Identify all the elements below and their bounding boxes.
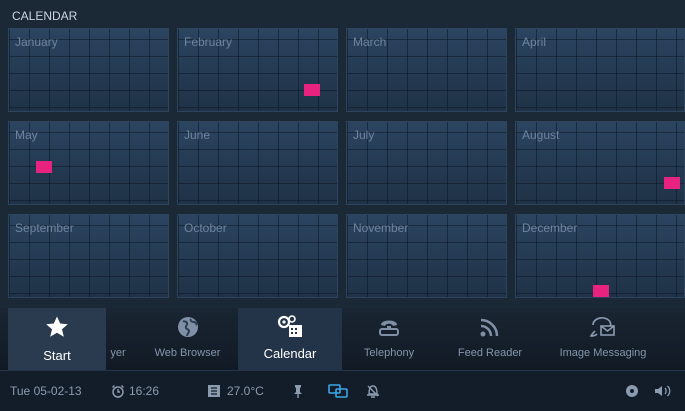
month-august[interactable]: August [515,121,685,205]
month-label: August [522,128,560,142]
calendar-gear-icon [238,314,342,340]
month-october[interactable]: October [177,214,338,298]
month-label: January [15,35,58,49]
pin-icon[interactable] [292,371,304,411]
month-label: November [353,221,409,235]
app-label: Image Messaging [559,347,647,359]
app-label: Telephony [363,347,415,359]
app-player-partial[interactable]: yer [106,308,130,370]
temperature[interactable]: 27.0°C [207,371,264,411]
month-label: December [522,221,578,235]
month-november[interactable]: November [346,214,507,298]
app-label: Feed Reader [457,347,523,359]
month-label: March [353,35,387,49]
month-label: May [15,128,38,142]
month-label: April [522,35,547,49]
app-label: Calendar [263,346,317,361]
event-marker[interactable] [36,161,52,173]
thermometer-icon [207,384,221,398]
app-image-messaging[interactable]: Image Messaging [548,308,658,370]
month-july[interactable]: July [346,121,507,205]
month-march[interactable]: March [346,28,507,112]
status-time: 16:26 [129,384,160,398]
month-january[interactable]: January [8,28,169,112]
calendar-year-grid: January February March April May June Ju… [8,28,685,308]
event-marker[interactable] [664,177,680,189]
month-december[interactable]: December [515,214,685,298]
event-marker[interactable] [593,285,609,297]
status-bar: Tue 05-02-13 16:26 27.0°C [0,370,685,411]
settings-icon[interactable] [624,371,640,411]
page-title: CALENDAR [12,9,78,23]
app-telephony[interactable]: Telephony [348,308,430,370]
month-label: September [15,221,74,235]
month-may[interactable]: May [8,121,169,205]
star-icon [8,314,106,340]
month-september[interactable]: September [8,214,169,298]
alarm-clock[interactable]: 16:26 [111,371,159,411]
start-button[interactable]: Start [8,308,106,370]
status-date: Tue 05-02-13 [10,384,82,398]
do-not-disturb-icon[interactable] [366,371,380,411]
month-june[interactable]: June [177,121,338,205]
month-label: October [184,221,227,235]
event-marker[interactable] [304,84,320,96]
volume-icon[interactable] [654,371,672,411]
app-calendar[interactable]: Calendar [238,308,342,370]
temperature-value: 27.0°C [227,384,264,398]
globe-icon [140,314,235,340]
app-label: Web Browser [154,347,221,359]
month-label: June [184,128,211,142]
network-sync-icon[interactable] [328,371,348,411]
app-web-browser[interactable]: Web Browser [140,308,235,370]
app-label: yer [110,347,126,359]
feed-icon [448,314,532,340]
start-label: Start [43,348,71,363]
image-message-icon [548,314,658,340]
phone-icon [348,314,430,340]
month-label: February [184,35,233,49]
month-label: July [353,128,375,142]
month-february[interactable]: February [177,28,338,112]
alarm-clock-icon [111,384,125,398]
month-april[interactable]: April [515,28,685,112]
app-feed-reader[interactable]: Feed Reader [448,308,532,370]
app-launcher: Start yer Web Browser Calendar Telephony… [0,308,685,370]
